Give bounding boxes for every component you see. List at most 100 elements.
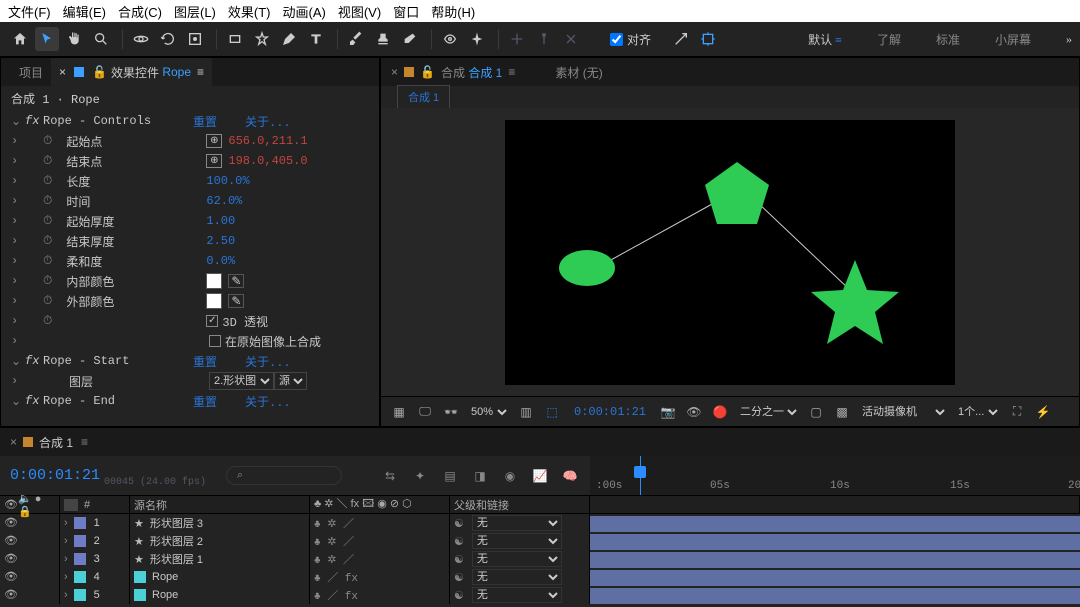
param-value[interactable]: 2.50 <box>206 234 235 248</box>
zoom-tool-icon[interactable] <box>89 27 113 51</box>
roi-icon[interactable]: ▢ <box>806 402 826 422</box>
stopwatch-icon[interactable]: ⏱ <box>43 254 52 268</box>
brain-icon[interactable]: 🧠 <box>560 466 580 486</box>
draft3d-icon[interactable]: ✦ <box>410 466 430 486</box>
mask-icon[interactable]: ⬚ <box>542 402 562 422</box>
param-value[interactable]: 100.0% <box>206 174 249 188</box>
twirl-icon[interactable]: › <box>64 553 68 565</box>
eyedropper-icon[interactable]: ✎ <box>228 274 244 288</box>
layer-switches[interactable]: ♣ ✲ ／ <box>310 514 450 532</box>
visibility-icon[interactable]: 👁 <box>4 570 18 584</box>
layer-name[interactable]: 形状图层 1 <box>150 551 203 567</box>
parent-select[interactable]: 无 <box>472 569 562 585</box>
fx-badge-icon[interactable]: fx <box>25 394 43 408</box>
twirl-icon[interactable]: › <box>64 589 68 601</box>
layer-switches[interactable]: ♣ ／ fx <box>310 568 450 586</box>
layer-switches[interactable]: ♣ ✲ ／ <box>310 532 450 550</box>
layer-name[interactable]: 形状图层 3 <box>150 515 203 531</box>
pickwhip-icon[interactable]: ☯ <box>454 571 464 584</box>
pickwhip-icon[interactable]: ☯ <box>454 589 464 602</box>
visibility-icon[interactable]: 👁 <box>4 534 18 548</box>
timeline-comp-name[interactable]: 合成 1 <box>39 434 73 451</box>
param-value[interactable]: 1.00 <box>206 214 235 228</box>
twirl-icon[interactable]: › <box>64 517 68 529</box>
menu-anim[interactable]: 动画(A) <box>283 2 326 21</box>
selection-tool-icon[interactable] <box>35 27 59 51</box>
parent-select[interactable]: 无 <box>472 587 562 603</box>
source-select[interactable]: 源 <box>274 372 307 390</box>
tab-close-icon[interactable]: × <box>10 435 17 449</box>
panel-menu-icon[interactable]: ≡ <box>508 65 515 79</box>
twirl-icon[interactable]: ⌄ <box>11 114 25 129</box>
twirl-icon[interactable]: › <box>11 174 25 188</box>
axis3-icon[interactable] <box>559 27 583 51</box>
text-tool-icon[interactable] <box>304 27 328 51</box>
layer-switches[interactable]: ♣ ✲ ／ <box>310 550 450 568</box>
parent-select[interactable]: 无 <box>472 533 562 549</box>
main-menu[interactable]: 文件(F) 编辑(E) 合成(C) 图层(L) 效果(T) 动画(A) 视图(V… <box>0 0 1080 22</box>
stopwatch-icon[interactable]: ⏱ <box>43 234 52 248</box>
stopwatch-icon[interactable]: ⏱ <box>43 214 52 228</box>
menu-view[interactable]: 视图(V) <box>338 2 381 21</box>
rectangle-tool-icon[interactable] <box>223 27 247 51</box>
brush-tool-icon[interactable] <box>344 27 368 51</box>
stopwatch-icon[interactable]: ⏱ <box>43 154 52 168</box>
layer-name[interactable]: 形状图层 2 <box>150 533 203 549</box>
source-tab-label[interactable]: 素材 <box>555 66 579 80</box>
timeline-timecode[interactable]: 0:00:01:21 <box>10 467 100 484</box>
param-value[interactable]: 198.0,405.0 <box>228 154 307 168</box>
orbit-tool-icon[interactable] <box>129 27 153 51</box>
about-link[interactable]: 关于... <box>245 353 291 370</box>
snap2-icon[interactable] <box>696 27 720 51</box>
show-snapshot-icon[interactable]: 👁 <box>684 402 704 422</box>
zoom-select[interactable]: 50% <box>467 405 510 419</box>
checkbox[interactable]: ✓ <box>206 315 218 327</box>
visibility-icon[interactable]: 👁 <box>4 516 18 530</box>
layer-bar[interactable] <box>590 533 1080 550</box>
twirl-icon[interactable]: › <box>11 214 25 228</box>
puppet-tool-icon[interactable] <box>465 27 489 51</box>
time-ruler[interactable]: :00s 05s 10s 15s 20s <box>590 456 1080 495</box>
snapshot-icon[interactable]: 📷 <box>658 402 678 422</box>
twirl-icon[interactable]: › <box>11 254 25 268</box>
twirl-icon[interactable]: › <box>11 314 25 328</box>
parent-select[interactable]: 无 <box>472 551 562 567</box>
rotate-tool-icon[interactable] <box>156 27 180 51</box>
comp-mini-flow-icon[interactable]: ⇆ <box>380 466 400 486</box>
camera-select[interactable]: 活动摄像机 <box>858 405 948 419</box>
stopwatch-icon[interactable]: ⏱ <box>43 294 52 308</box>
vr-icon[interactable]: 👓 <box>441 402 461 422</box>
stopwatch-icon[interactable]: ⏱ <box>43 174 52 188</box>
frame-blend-icon[interactable]: ◨ <box>470 466 490 486</box>
stopwatch-icon[interactable]: ⏱ <box>43 274 52 288</box>
channel-icon[interactable]: 🔴 <box>710 402 730 422</box>
twirl-icon[interactable]: › <box>11 154 25 168</box>
graph-editor-icon[interactable]: 📈 <box>530 466 550 486</box>
effect-title[interactable]: Rope - Start <box>43 354 193 368</box>
current-time-indicator[interactable] <box>640 456 641 495</box>
eyedropper-icon[interactable]: ✎ <box>228 294 244 308</box>
composition-canvas[interactable] <box>505 120 955 385</box>
home-icon[interactable] <box>8 27 32 51</box>
layer-bar[interactable] <box>590 569 1080 586</box>
pickwhip-icon[interactable]: ☯ <box>454 553 464 566</box>
axis2-icon[interactable] <box>532 27 556 51</box>
layer-switches[interactable]: ♣ ／ fx <box>310 586 450 604</box>
layer-bar[interactable] <box>590 587 1080 604</box>
about-link[interactable]: 关于... <box>245 393 291 410</box>
param-value[interactable]: 656.0,211.1 <box>228 134 307 148</box>
pixel-aspect-icon[interactable]: ⛶ <box>1007 402 1027 422</box>
fx-badge-icon[interactable]: fx <box>25 354 43 368</box>
roto-tool-icon[interactable] <box>438 27 462 51</box>
twirl-icon[interactable]: › <box>11 194 25 208</box>
viewer-tab-active[interactable]: 合成 1 <box>468 64 502 81</box>
effect-title[interactable]: Rope - End <box>43 394 193 408</box>
layer-bar[interactable] <box>590 551 1080 568</box>
visibility-icon[interactable]: 👁 <box>4 588 18 602</box>
stopwatch-icon[interactable]: ⏱ <box>43 134 52 148</box>
param-value[interactable]: 62.0% <box>206 194 242 208</box>
menu-window[interactable]: 窗口 <box>393 2 419 21</box>
axis-icon[interactable] <box>505 27 529 51</box>
project-tab[interactable]: 项目 <box>11 58 51 86</box>
views-select[interactable]: 1个... <box>954 405 1001 419</box>
